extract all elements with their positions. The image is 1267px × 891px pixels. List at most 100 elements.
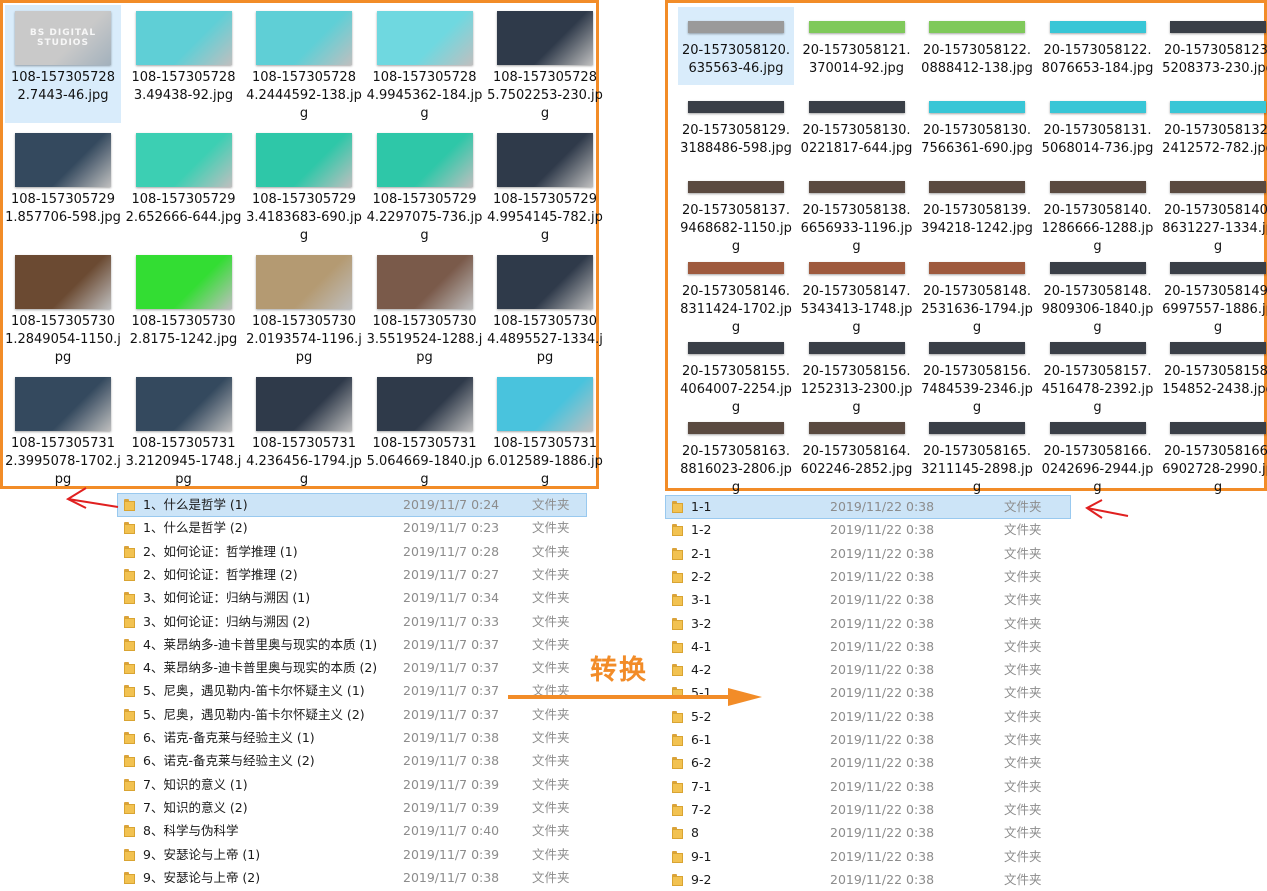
right-file-tile[interactable]: 20-1573058158.154852-2438.jpg xyxy=(1160,328,1267,406)
right-folder-row[interactable]: 4-1 2019/11/22 0:38 文件夹 xyxy=(666,636,1070,658)
right-file-tile[interactable]: 20-1573058138.6656933-1196.jpg xyxy=(799,167,915,254)
right-folder-row[interactable]: 3-1 2019/11/22 0:38 文件夹 xyxy=(666,589,1070,611)
right-file-tile[interactable]: 20-1573058156.7484539-2346.jpg xyxy=(919,328,1035,415)
right-file-tile[interactable]: 20-1573058156.1252313-2300.jpg xyxy=(799,328,915,415)
right-file-tile[interactable]: 20-1573058140.8631227-1334.jpg xyxy=(1160,167,1267,254)
right-file-tile[interactable]: 20-1573058123.5208373-230.jpg xyxy=(1160,7,1267,85)
right-file-tile[interactable]: 20-1573058130.0221817-644.jpg xyxy=(799,87,915,165)
left-file-tile[interactable]: 108-1573057302.8175-1242.jpg xyxy=(126,249,242,367)
right-file-tile[interactable]: 20-1573058132.2412572-782.jpg xyxy=(1160,87,1267,165)
right-file-tile[interactable]: 20-1573058163.8816023-2806.jpg xyxy=(678,408,794,495)
left-file-tile[interactable]: 108-1573057284.9945362-184.jpg xyxy=(367,5,483,123)
right-folder-row[interactable]: 1-2 2019/11/22 0:38 文件夹 xyxy=(666,519,1070,541)
right-file-tile[interactable]: 20-1573058139.394218-1242.jpg xyxy=(919,167,1035,245)
folder-icon xyxy=(124,755,135,768)
right-folder-row[interactable]: 7-1 2019/11/22 0:38 文件夹 xyxy=(666,776,1070,798)
right-folder-row[interactable]: 2-1 2019/11/22 0:38 文件夹 xyxy=(666,543,1070,565)
right-file-tile[interactable]: 20-1573058129.3188486-598.jpg xyxy=(678,87,794,165)
left-file-tile[interactable]: 108-1573057284.2444592-138.jpg xyxy=(246,5,362,123)
left-folder-row[interactable]: 7、知识的意义 (2) 2019/11/7 0:39 文件夹 xyxy=(118,797,586,819)
folder-icon xyxy=(672,570,683,583)
left-red-pointer xyxy=(65,487,87,509)
right-file-tile[interactable]: 20-1573058140.1286666-1288.jpg xyxy=(1040,167,1156,254)
left-file-tile[interactable]: 108-1573057292.652666-644.jpg xyxy=(126,127,242,245)
right-folder-row[interactable]: 9-1 2019/11/22 0:38 文件夹 xyxy=(666,846,1070,868)
left-file-tile[interactable]: 108-1573057315.064669-1840.jpg xyxy=(367,371,483,489)
left-folder-row[interactable]: 1、什么是哲学 (2) 2019/11/7 0:23 文件夹 xyxy=(118,517,586,539)
right-file-tile[interactable]: 20-1573058146.8311424-1702.jpg xyxy=(678,248,794,335)
right-file-tile[interactable]: 20-1573058137.9468682-1150.jpg xyxy=(678,167,794,254)
right-file-tile[interactable]: 20-1573058122.0888412-138.jpg xyxy=(919,7,1035,85)
right-folder-row[interactable]: 4-2 2019/11/22 0:38 文件夹 xyxy=(666,659,1070,681)
right-file-tile[interactable]: 20-1573058155.4064007-2254.jpg xyxy=(678,328,794,415)
right-folder-row[interactable]: 7-2 2019/11/22 0:38 文件夹 xyxy=(666,799,1070,821)
folder-name: 4、莱昂纳多-迪卡普里奥与现实的本质 (1) xyxy=(143,636,378,652)
left-folder-row[interactable]: 8、科学与伪科学 2019/11/7 0:40 文件夹 xyxy=(118,820,586,842)
folder-date: 2019/11/22 0:38 xyxy=(830,708,935,724)
right-folder-row[interactable]: 6-2 2019/11/22 0:38 文件夹 xyxy=(666,752,1070,774)
folder-type: 文件夹 xyxy=(532,590,570,606)
right-folder-row[interactable]: 3-2 2019/11/22 0:38 文件夹 xyxy=(666,613,1070,635)
right-file-tile[interactable]: 20-1573058157.4516478-2392.jpg xyxy=(1040,328,1156,415)
right-file-tile[interactable]: 20-1573058166.6902728-2990.jpg xyxy=(1160,408,1267,495)
right-file-tile[interactable]: 20-1573058164.602246-2852.jpg xyxy=(799,408,915,486)
thumbnail-image xyxy=(1170,21,1266,33)
left-file-tile[interactable]: BS DIGITAL STUDIOS 108-1573057282.7443-46… xyxy=(5,5,121,123)
right-file-tile[interactable]: 20-1573058122.8076653-184.jpg xyxy=(1040,7,1156,85)
right-folder-row[interactable]: 2-2 2019/11/22 0:38 文件夹 xyxy=(666,566,1070,588)
folder-icon xyxy=(124,545,135,558)
left-folder-row[interactable]: 4、莱昂纳多-迪卡普里奥与现实的本质 (2) 2019/11/7 0:37 文件夹 xyxy=(118,657,586,679)
right-file-tile[interactable]: 20-1573058121.370014-92.jpg xyxy=(799,7,915,85)
right-file-tile[interactable]: 20-1573058148.9809306-1840.jpg xyxy=(1040,248,1156,335)
right-folder-row[interactable]: 5-2 2019/11/22 0:38 文件夹 xyxy=(666,706,1070,728)
right-file-tile[interactable]: 20-1573058120.635563-46.jpg xyxy=(678,7,794,85)
left-file-tile[interactable]: 108-1573057304.4895527-1334.jpg xyxy=(487,249,603,367)
left-file-tile[interactable]: 108-1573057313.2120945-1748.jpg xyxy=(126,371,242,489)
right-file-tile[interactable]: 20-1573058131.5068014-736.jpg xyxy=(1040,87,1156,165)
folder-date: 2019/11/7 0:37 xyxy=(403,683,500,699)
left-folder-row[interactable]: 4、莱昂纳多-迪卡普里奥与现实的本质 (1) 2019/11/7 0:37 文件夹 xyxy=(118,634,586,656)
left-file-tile[interactable]: 108-1573057303.5519524-1288.jpg xyxy=(367,249,483,367)
left-folder-row[interactable]: 2、如何论证：哲学推理 (1) 2019/11/7 0:28 文件夹 xyxy=(118,541,586,563)
left-file-tile[interactable]: 108-1573057314.236456-1794.jpg xyxy=(246,371,362,489)
left-file-tile[interactable]: 108-1573057283.49438-92.jpg xyxy=(126,5,242,123)
right-folder-row[interactable]: 1-1 2019/11/22 0:38 文件夹 xyxy=(665,495,1071,519)
right-file-tile[interactable]: 20-1573058148.2531636-1794.jpg xyxy=(919,248,1035,335)
left-file-tile[interactable]: 108-1573057294.9954145-782.jpg xyxy=(487,127,603,245)
thumbnail-image xyxy=(1170,422,1266,434)
right-file-tile[interactable]: 20-1573058165.3211145-2898.jpg xyxy=(919,408,1035,495)
left-file-tile[interactable]: 108-1573057301.2849054-1150.jpg xyxy=(5,249,121,367)
left-folder-row[interactable]: 9、安瑟论与上帝 (2) 2019/11/7 0:38 文件夹 xyxy=(118,867,586,889)
folder-type: 文件夹 xyxy=(1004,732,1042,747)
left-folder-row[interactable]: 5、尼奥，遇见勒内-笛卡尔怀疑主义 (2) 2019/11/7 0:37 文件夹 xyxy=(118,704,586,726)
left-file-tile[interactable]: 108-1573057316.012589-1886.jpg xyxy=(487,371,603,489)
folder-icon xyxy=(672,664,683,677)
right-folder-row[interactable]: 6-1 2019/11/22 0:38 文件夹 xyxy=(666,729,1070,751)
left-file-tile[interactable]: 108-1573057293.4183683-690.jpg xyxy=(246,127,362,245)
right-file-tile[interactable]: 20-1573058130.7566361-690.jpg xyxy=(919,87,1035,165)
left-folder-row[interactable]: 3、如何论证：归纳与溯因 (1) 2019/11/7 0:34 文件夹 xyxy=(118,587,586,609)
right-folder-row[interactable]: 9-2 2019/11/22 0:38 文件夹 xyxy=(666,869,1070,891)
left-file-tile[interactable]: 108-1573057312.3995078-1702.jpg xyxy=(5,371,121,489)
left-folder-row[interactable]: 7、知识的意义 (1) 2019/11/7 0:39 文件夹 xyxy=(118,774,586,796)
left-folder-row[interactable]: 3、如何论证：归纳与溯因 (2) 2019/11/7 0:33 文件夹 xyxy=(118,611,586,633)
left-file-tile[interactable]: 108-1573057302.0193574-1196.jpg xyxy=(246,249,362,367)
left-file-tile[interactable]: 108-1573057294.2297075-736.jpg xyxy=(367,127,483,245)
folder-name: 1-1 xyxy=(691,499,712,514)
left-folder-row[interactable]: 9、安瑟论与上帝 (1) 2019/11/7 0:39 文件夹 xyxy=(118,844,586,866)
left-file-tile[interactable]: 108-1573057291.857706-598.jpg xyxy=(5,127,121,245)
left-folder-row[interactable]: 2、如何论证：哲学推理 (2) 2019/11/7 0:27 文件夹 xyxy=(118,564,586,586)
right-file-tile[interactable]: 20-1573058166.0242696-2944.jpg xyxy=(1040,408,1156,495)
left-folder-row[interactable]: 6、诺克-备克莱与经验主义 (2) 2019/11/7 0:38 文件夹 xyxy=(118,750,586,772)
left-folder-row[interactable]: 5、尼奥，遇见勒内-笛卡尔怀疑主义 (1) 2019/11/7 0:37 文件夹 xyxy=(118,680,586,702)
thumbnail-image xyxy=(15,255,111,309)
left-folder-row[interactable]: 1、什么是哲学 (1) 2019/11/7 0:24 文件夹 xyxy=(117,493,587,517)
right-folder-row[interactable]: 5-1 2019/11/22 0:38 文件夹 xyxy=(666,682,1070,704)
file-name: 108-1573057282.7443-46.jpg xyxy=(11,70,115,103)
left-folder-row[interactable]: 6、诺克-备克莱与经验主义 (1) 2019/11/7 0:38 文件夹 xyxy=(118,727,586,749)
right-file-tile[interactable]: 20-1573058147.5343413-1748.jpg xyxy=(799,248,915,335)
right-file-tile[interactable]: 20-1573058149.6997557-1886.jpg xyxy=(1160,248,1267,335)
left-file-tile[interactable]: 108-1573057285.7502253-230.jpg xyxy=(487,5,603,123)
folder-name: 3-2 xyxy=(691,615,712,631)
right-folder-row[interactable]: 8 2019/11/22 0:38 文件夹 xyxy=(666,822,1070,844)
